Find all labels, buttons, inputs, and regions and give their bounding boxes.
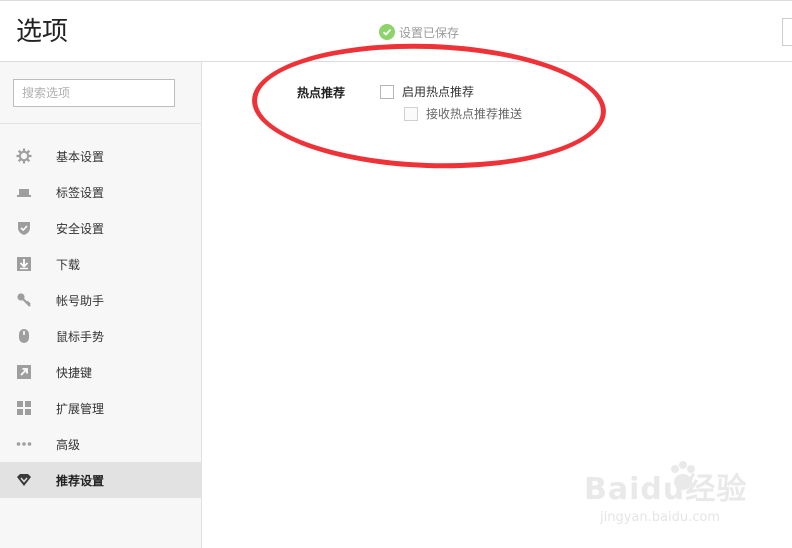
sidebar-item-advanced[interactable]: 高级 — [0, 426, 201, 462]
shield-icon — [16, 220, 32, 236]
receive-push-option[interactable]: 接收热点推荐推送 — [404, 105, 522, 122]
baidu-watermark: Baidu经验 jingyan.baidu.com — [580, 460, 780, 540]
search-input[interactable] — [13, 79, 175, 107]
header-right-control[interactable] — [782, 18, 792, 46]
sidebar-item-recommend[interactable]: 推荐设置 — [0, 462, 201, 498]
sidebar-nav: 基本设置 标签设置 安全设置 下载 帐号助手 鼠标手势 快捷键 扩展管理 高级 … — [0, 138, 201, 498]
header-bar: 选项 设置已保存 — [0, 0, 792, 62]
gear-icon — [16, 148, 32, 164]
sidebar-item-label: 安全设置 — [56, 221, 105, 236]
sidebar-item-security[interactable]: 安全设置 — [0, 210, 201, 246]
section-label: 热点推荐 — [297, 86, 346, 100]
sidebar-item-tabs[interactable]: 标签设置 — [0, 174, 201, 210]
check-circle-icon — [379, 24, 395, 40]
receive-push-checkbox[interactable] — [404, 106, 418, 121]
sidebar-item-label: 基本设置 — [56, 149, 105, 164]
watermark-brand: Baidu经验 — [584, 472, 748, 507]
save-status-text: 设置已保存 — [399, 25, 460, 40]
sidebar-item-account[interactable]: 帐号助手 — [0, 282, 201, 318]
more-dots-icon — [16, 436, 32, 452]
save-status: 设置已保存 — [379, 23, 459, 41]
download-icon — [16, 256, 32, 272]
option-label: 接收热点推荐推送 — [426, 107, 523, 121]
sidebar-item-mouse-gesture[interactable]: 鼠标手势 — [0, 318, 201, 354]
enable-hot-recommend-checkbox[interactable] — [380, 84, 394, 99]
sidebar: 基本设置 标签设置 安全设置 — [0, 62, 202, 548]
enable-hot-recommend-option[interactable]: 启用热点推荐 — [380, 83, 474, 100]
sidebar-item-label: 帐号助手 — [56, 293, 105, 308]
watermark-url: jingyan.baidu.com — [600, 510, 720, 525]
sidebar-item-extensions[interactable]: 扩展管理 — [0, 390, 201, 426]
sidebar-item-basic[interactable]: 基本设置 — [0, 138, 201, 174]
sidebar-item-shortcuts[interactable]: 快捷键 — [0, 354, 201, 390]
key-icon — [16, 292, 32, 308]
extensions-grid-icon — [16, 400, 32, 416]
sidebar-item-label: 鼠标手势 — [56, 329, 105, 344]
sidebar-item-label: 高级 — [56, 437, 81, 452]
page-title: 选项 — [16, 17, 69, 47]
sidebar-item-label: 扩展管理 — [56, 401, 105, 416]
sidebar-item-label: 标签设置 — [56, 185, 105, 200]
sidebar-item-download[interactable]: 下载 — [0, 246, 201, 282]
diamond-icon — [16, 472, 32, 488]
sidebar-item-label: 下载 — [56, 257, 81, 272]
search-area — [0, 62, 201, 124]
mouse-icon — [16, 328, 32, 344]
sidebar-item-label: 快捷键 — [56, 365, 93, 380]
sidebar-item-label: 推荐设置 — [56, 473, 105, 488]
shortcut-arrow-icon — [16, 364, 32, 380]
option-label: 启用热点推荐 — [402, 85, 475, 99]
tab-icon — [16, 184, 32, 200]
